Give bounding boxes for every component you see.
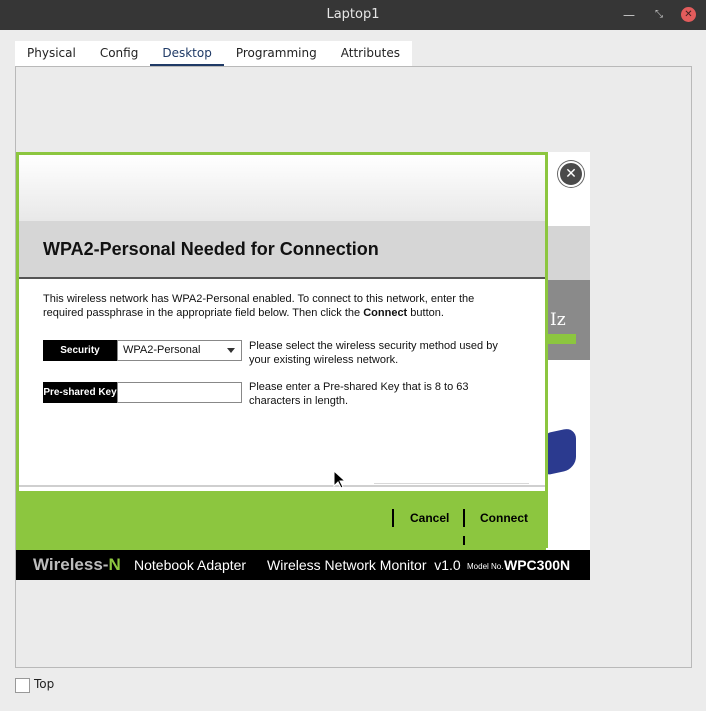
close-icon[interactable]: ✕ [681, 7, 696, 22]
top-checkbox[interactable] [15, 678, 30, 693]
monitor-version-text: Wireless Network Monitor v1.0 [267, 557, 461, 573]
security-label: Security [43, 340, 117, 361]
description-end: button. [407, 307, 444, 319]
tab-physical[interactable]: Physical [15, 41, 88, 67]
signal-bar [548, 334, 576, 344]
separator [463, 536, 465, 545]
window-title: Laptop1 [326, 7, 380, 22]
wpa2-dialog: WPA2-Personal Needed for Connection This… [16, 152, 548, 548]
psk-label: Pre-shared Key [43, 382, 117, 403]
window-titlebar: Laptop1 — ⤡ ✕ [0, 0, 706, 30]
adapter-text: Notebook Adapter [134, 557, 247, 573]
security-select[interactable]: WPA2-Personal [117, 340, 242, 361]
divider [374, 483, 529, 484]
top-checkbox-label: Top [34, 677, 55, 691]
status-text: ctive [546, 516, 574, 530]
app-footer: Wireless-N Notebook Adapter Wireless Net… [16, 550, 590, 580]
description-connect-word: Connect [363, 307, 408, 319]
mouse-cursor-icon [333, 470, 347, 489]
psk-input[interactable] [117, 382, 242, 403]
cancel-button[interactable]: Cancel [410, 511, 449, 525]
app-header-band [546, 226, 590, 280]
dialog-button-bar: Cancel Connect [19, 491, 545, 545]
connect-button[interactable]: Connect [480, 511, 528, 525]
brand-logo: Wireless-N [33, 550, 121, 580]
brand-suffix: N [108, 555, 121, 574]
psk-hint: Please enter a Pre-shared Key that is 8 … [249, 381, 469, 407]
tab-programming[interactable]: Programming [224, 41, 329, 67]
dialog-title: WPA2-Personal Needed for Connection [43, 239, 379, 259]
tab-bar: Physical Config Desktop Programming Attr… [15, 41, 412, 67]
restore-icon[interactable]: ⤡ [651, 7, 667, 23]
tab-attributes[interactable]: Attributes [329, 41, 412, 67]
chevron-down-icon [227, 348, 235, 353]
separator [392, 509, 394, 527]
dialog-top-band [19, 155, 545, 221]
dialog-description: This wireless network has WPA2-Personal … [43, 292, 513, 320]
model-label: Model No. [467, 562, 504, 571]
app-close-icon[interactable]: ✕ [558, 161, 584, 187]
frequency-text: Iz [550, 310, 566, 330]
divider [19, 485, 545, 487]
tab-desktop[interactable]: Desktop [150, 41, 224, 67]
separator [463, 509, 465, 527]
brand-prefix: Wireless- [33, 555, 109, 574]
security-value: WPA2-Personal [123, 344, 201, 356]
tab-config[interactable]: Config [88, 41, 151, 67]
minimize-icon[interactable]: — [621, 7, 637, 23]
security-hint: Please select the wireless security meth… [249, 340, 498, 366]
model-value: WPC300N [504, 557, 571, 573]
